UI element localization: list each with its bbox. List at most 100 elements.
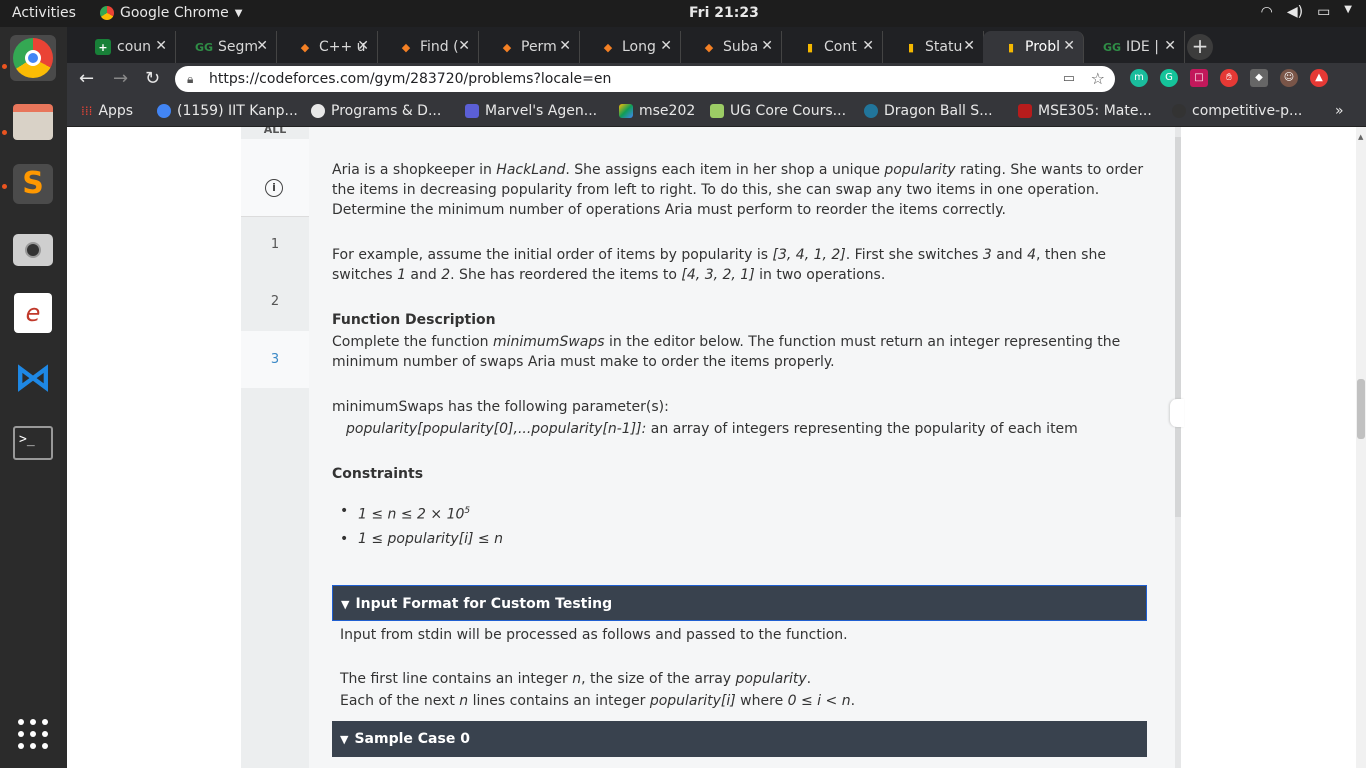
cast-icon[interactable]: ▭ bbox=[1063, 66, 1075, 92]
grammarly-icon[interactable]: G bbox=[1160, 69, 1178, 87]
close-icon[interactable]: ✕ bbox=[1164, 38, 1176, 54]
bookmark-item[interactable]: MSE305: Mate... bbox=[1018, 103, 1152, 119]
camera-icon bbox=[13, 234, 53, 266]
bookmark-item[interactable]: Programs & D... bbox=[311, 103, 441, 119]
close-icon[interactable]: ✕ bbox=[660, 38, 672, 54]
running-indicator bbox=[2, 64, 7, 69]
address-bar[interactable]: 🔒︎ https://codeforces.com/gym/283720/pro… bbox=[175, 66, 1115, 92]
more-bookmarks-button[interactable]: » bbox=[1335, 103, 1344, 119]
bookmark-star-icon[interactable]: ☆ bbox=[1091, 66, 1105, 92]
chevron-down-icon: ▼ bbox=[234, 7, 243, 19]
tab-favicon-icon: ▮ bbox=[1007, 40, 1015, 54]
tab[interactable]: ▮ Statu ✕ bbox=[883, 31, 984, 63]
problem-sidenav bbox=[241, 127, 309, 768]
sidenav-info-row[interactable] bbox=[241, 139, 309, 217]
sublime-launcher[interactable]: S bbox=[10, 161, 56, 207]
lock-icon: 🔒︎ bbox=[187, 72, 194, 86]
vscode-launcher[interactable]: ⋈ bbox=[10, 354, 56, 400]
vscode-icon: ⋈ bbox=[14, 355, 52, 399]
system-tray[interactable]: ◠ ◀) ▭ ▼ bbox=[1261, 4, 1352, 20]
update-icon[interactable]: ▲ bbox=[1310, 69, 1328, 87]
bookmark-item[interactable]: competitive-p... bbox=[1172, 103, 1302, 119]
files-launcher[interactable] bbox=[10, 99, 56, 145]
tab[interactable]: ▮ Cont ✕ bbox=[782, 31, 883, 63]
forward-button[interactable]: → bbox=[113, 68, 128, 89]
terminal-launcher[interactable]: >_ bbox=[10, 420, 56, 466]
shield-icon[interactable]: ◆ bbox=[1250, 69, 1268, 87]
close-icon[interactable]: ✕ bbox=[357, 38, 369, 54]
avatar[interactable]: ☺ bbox=[1280, 69, 1298, 87]
back-button[interactable]: ← bbox=[79, 68, 94, 89]
youtube-icon bbox=[157, 104, 171, 118]
reload-button[interactable]: ↻ bbox=[145, 68, 160, 89]
parameter-line: popularity[popularity[0],...popularity[n… bbox=[346, 421, 1078, 437]
tab[interactable]: GG Segm ✕ bbox=[176, 31, 277, 63]
page-scrollbar[interactable]: ▲ bbox=[1356, 127, 1366, 768]
close-icon[interactable]: ✕ bbox=[559, 38, 571, 54]
info-icon[interactable]: i bbox=[265, 179, 283, 197]
tab[interactable]: ◆ Suba ✕ bbox=[681, 31, 782, 63]
panel-resize-handle[interactable] bbox=[1170, 399, 1184, 427]
tab-favicon-icon: GG bbox=[1102, 40, 1122, 54]
tab[interactable]: ◆ Long ✕ bbox=[580, 31, 681, 63]
close-icon[interactable]: ✕ bbox=[1063, 38, 1075, 54]
function-description-heading: Function Description bbox=[332, 312, 496, 328]
bookmark-item[interactable]: (1159) IIT Kanp... bbox=[157, 103, 298, 119]
close-icon[interactable]: ✕ bbox=[761, 38, 773, 54]
bookmark-icon bbox=[1018, 104, 1032, 118]
sidenav-item-3[interactable]: 3 bbox=[241, 331, 309, 388]
tab[interactable]: ◆ Find (✕ bbox=[378, 31, 479, 63]
sidenav-all[interactable]: ALL bbox=[241, 127, 309, 136]
bookmarks-bar: ⁞⁞⁞ Apps (1159) IIT Kanp... Programs & D.… bbox=[67, 95, 1366, 127]
clock[interactable]: Fri 21:23 bbox=[689, 5, 759, 21]
paragraph-example: For example, assume the initial order of… bbox=[332, 247, 1106, 283]
constraints-heading: Constraints bbox=[332, 466, 424, 482]
tab-favicon-icon: ◆ bbox=[704, 40, 714, 54]
tab-favicon-icon: ◆ bbox=[603, 40, 613, 54]
sidenav-item-1[interactable]: 1 bbox=[241, 237, 309, 252]
chrome-launcher[interactable] bbox=[10, 35, 56, 81]
running-indicator bbox=[2, 184, 7, 189]
input-format-toggle[interactable]: ▼ Input Format for Custom Testing bbox=[332, 585, 1147, 621]
bookmark-item[interactable]: Marvel's Agen... bbox=[465, 103, 597, 119]
toolbar: ← → ↻ 🔒︎ https://codeforces.com/gym/2837… bbox=[67, 63, 1366, 95]
tab-active[interactable]: ▮ Probl ✕ bbox=[983, 31, 1084, 63]
apps-grid-icon: ⁞⁞⁞ bbox=[81, 104, 93, 118]
tab[interactable]: + coun ✕ bbox=[75, 31, 176, 63]
input-format-line: Each of the next n lines contains an int… bbox=[340, 693, 856, 709]
app-menu[interactable]: Google Chrome ▼ bbox=[100, 5, 242, 21]
panel-scrollbar[interactable] bbox=[1175, 127, 1181, 768]
tab[interactable]: ◆ C++ u ✕ bbox=[277, 31, 378, 63]
paragraph-intro: Aria is a shopkeeper in HackLand. She as… bbox=[332, 162, 1144, 218]
close-icon[interactable]: ✕ bbox=[458, 38, 470, 54]
scroll-up-icon[interactable]: ▲ bbox=[1358, 133, 1363, 141]
new-tab-button[interactable]: + bbox=[1187, 34, 1213, 60]
camera-launcher[interactable] bbox=[10, 227, 56, 273]
extension-m-icon[interactable]: m bbox=[1130, 69, 1148, 87]
close-icon[interactable]: ✕ bbox=[862, 38, 874, 54]
bookmark-item[interactable]: mse202 bbox=[619, 103, 695, 119]
scrollbar-thumb[interactable] bbox=[1357, 379, 1365, 439]
tab[interactable]: ◆ Perm ✕ bbox=[479, 31, 580, 63]
terminal-icon: >_ bbox=[13, 426, 53, 460]
battery-icon: ▭ bbox=[1317, 4, 1331, 20]
bookmark-item[interactable]: UG Core Cours... bbox=[710, 103, 846, 119]
show-applications-button[interactable] bbox=[10, 711, 56, 757]
tab[interactable]: GG IDE | ✕ bbox=[1084, 31, 1185, 63]
extension-hand-icon[interactable]: ✋︎ bbox=[1220, 69, 1238, 87]
wordpress-icon bbox=[864, 104, 878, 118]
sample-case-0-toggle[interactable]: ▼ Sample Case 0 bbox=[332, 721, 1147, 757]
extension-icon[interactable]: □ bbox=[1190, 69, 1208, 87]
sidenav-item-2[interactable]: 2 bbox=[241, 294, 309, 309]
bookmark-item[interactable]: Dragon Ball S... bbox=[864, 103, 993, 119]
close-icon[interactable]: ✕ bbox=[963, 38, 975, 54]
document-viewer-launcher[interactable]: e bbox=[10, 290, 56, 336]
sublime-icon: S bbox=[13, 164, 53, 204]
bookmark-item[interactable]: ⁞⁞⁞ Apps bbox=[81, 103, 133, 119]
close-icon[interactable]: ✕ bbox=[256, 38, 268, 54]
extensions-area: m G □ ✋︎ ◆ ☺ ▲ bbox=[1130, 69, 1328, 87]
activities-button[interactable]: Activities bbox=[12, 5, 76, 21]
system-top-bar: Activities Google Chrome ▼ Fri 21:23 ◠ ◀… bbox=[0, 0, 1366, 27]
tab-favicon-icon: ◆ bbox=[401, 40, 411, 54]
close-icon[interactable]: ✕ bbox=[155, 38, 167, 54]
